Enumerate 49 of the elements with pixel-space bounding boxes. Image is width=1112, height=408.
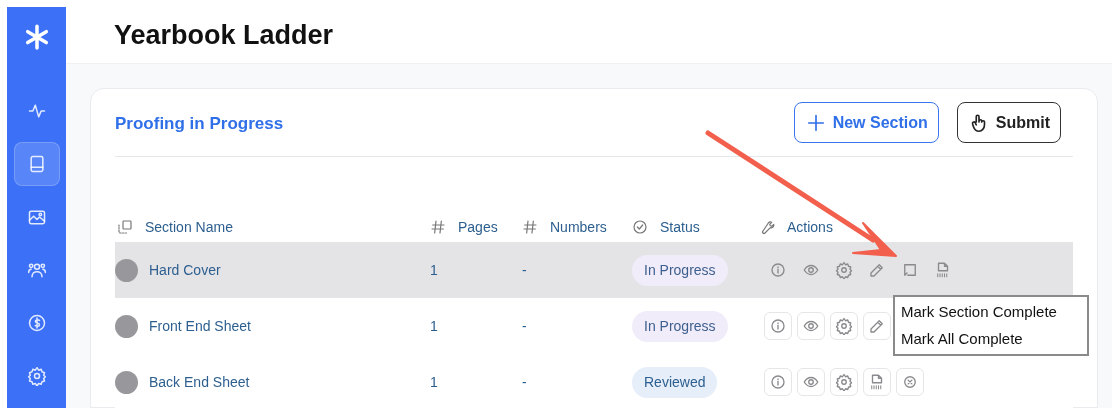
settings-icon [835,317,853,335]
action-button[interactable] [797,312,825,340]
action-button[interactable] [764,368,792,396]
action-button[interactable] [863,312,891,340]
dollar-icon [26,313,47,334]
settings-icon [835,261,853,279]
action-button[interactable] [830,312,858,340]
table-cell: - [522,261,527,278]
square-corner-icon [901,261,919,279]
column-header: Section Name [145,217,233,237]
submit-button[interactable]: Submit [956,102,1061,143]
table-cell: - [522,373,527,390]
table-cell: 1 [430,261,438,278]
column-header: Numbers [550,217,607,237]
table-cell: 1 [430,317,438,334]
hash-icon [430,219,446,235]
column-header: Actions [787,217,833,237]
card-title: Proofing in Progress [115,112,284,135]
settings-icon [835,373,853,391]
cancel-icon [901,373,919,391]
nav-item[interactable] [13,142,60,186]
action-button[interactable] [896,368,924,396]
status-badge: In Progress [632,310,728,342]
column-header: Status [660,217,700,237]
check-circle-icon [632,219,648,235]
status-badge: In Progress [632,254,728,286]
action-button[interactable] [797,368,825,396]
hash-icon [522,219,538,235]
action-button[interactable] [830,368,858,396]
settings-icon [26,366,47,387]
column-header: Pages [458,217,498,237]
pencil-icon [868,317,886,335]
section-name[interactable]: Back End Sheet [149,371,250,393]
action-button[interactable] [863,368,891,396]
info-icon [769,261,787,279]
info-icon [769,373,787,391]
status-badge: Reviewed [632,366,718,398]
table-cell: - [522,317,527,334]
info-icon [769,317,787,335]
pencil-icon [868,261,886,279]
wrench-icon [759,219,775,235]
section-name[interactable]: Hard Cover [149,259,221,281]
table-row[interactable]: Hard Cover 1 - In Progress [115,242,1073,298]
table-cell: 1 [430,373,438,390]
page-title: Yearbook Ladder [114,18,334,52]
layers-icon [117,219,133,235]
action-button[interactable] [764,312,792,340]
new-section-button[interactable]: New Section [793,102,939,143]
section-name[interactable]: Front End Sheet [149,315,251,337]
